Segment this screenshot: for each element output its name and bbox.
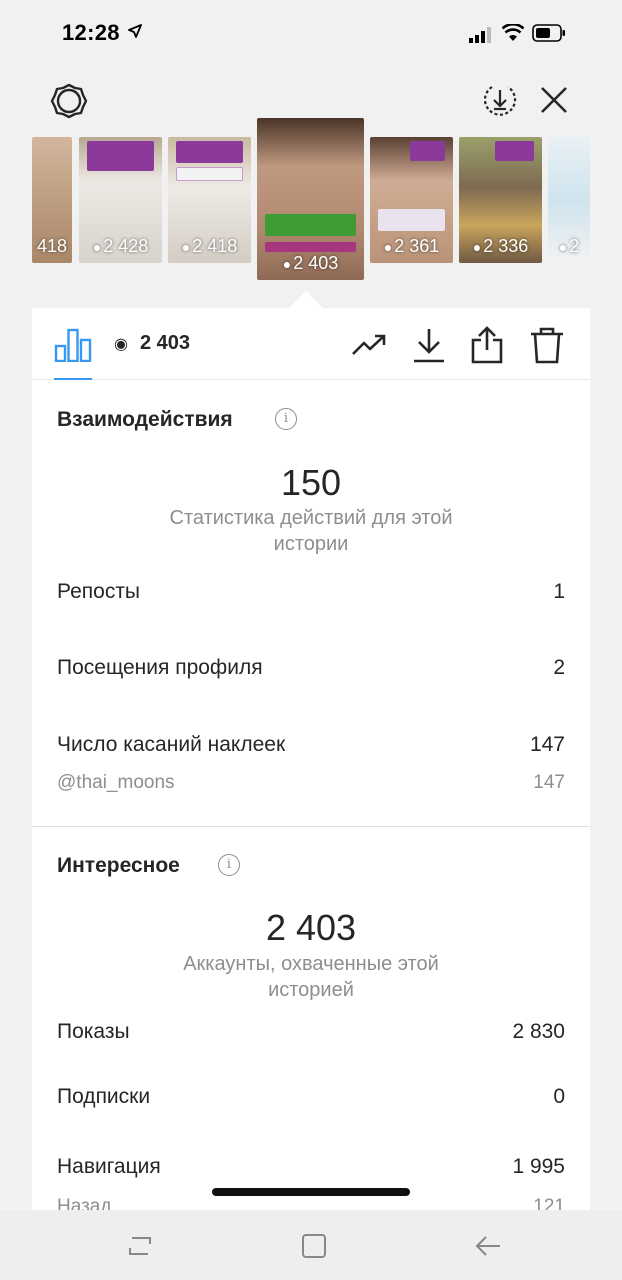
story-actions-bar: ◉ 2 403 (32, 308, 590, 380)
info-icon[interactable]: i (218, 854, 240, 876)
stat-value: 2 830 (512, 1020, 565, 1043)
discovery-total: 2 403 (265, 907, 357, 948)
eye-icon: ◉ (114, 336, 128, 353)
story-thumbnails: 418 ● 2 428 ● 2 418 ● 2 403 ● 2 361 ● 2 … (32, 118, 590, 288)
interactions-total: 150 (280, 462, 342, 503)
stat-label: Репосты (57, 580, 141, 603)
thumbnail-views: ● 2 336 (472, 236, 529, 256)
stat-label-cut: Назад (57, 1196, 112, 1210)
discovery-subtitle: Аккаунты, охваченные этой историей (183, 953, 439, 1001)
recent-apps-icon[interactable] (124, 1230, 156, 1262)
discovery-title: Интересное (57, 854, 180, 877)
stat-label: Число касаний наклеек (57, 733, 286, 756)
back-icon[interactable] (472, 1230, 504, 1262)
download-circle-icon[interactable] (482, 82, 518, 118)
thumbnail-views: ● 2 418 (181, 236, 238, 256)
home-indicator[interactable] (212, 1188, 410, 1196)
stat-label: Навигация (57, 1155, 161, 1178)
info-icon[interactable]: i (275, 408, 297, 430)
thumbnail-views: ● 2 403 (282, 253, 339, 273)
eye-icon: ● (282, 256, 292, 272)
thumbnail-views: ● 2 361 (383, 236, 440, 256)
interactions-subtitle: Статистика действий для этой истории (169, 507, 453, 555)
stat-label: Показы (57, 1020, 130, 1043)
interactions-title: Взаимодействия (57, 408, 233, 431)
sticker-account-value: 147 (533, 772, 565, 793)
bar-chart-icon[interactable] (54, 328, 92, 362)
story-thumbnail[interactable]: ● 2 418 (168, 137, 251, 263)
signal-icon (469, 27, 491, 43)
eye-icon: ● (558, 239, 568, 255)
thumbnail-views: ● 2 428 (92, 236, 149, 256)
view-count: ◉ 2 403 (114, 332, 191, 354)
status-time: 12:28 (62, 20, 120, 45)
left-gutter (0, 0, 32, 1210)
active-tab-underline (54, 378, 92, 380)
battery-icon (532, 24, 565, 42)
android-nav-bar (0, 1210, 622, 1280)
story-thumbnail-selected[interactable]: ● 2 403 (257, 118, 364, 280)
location-arrow-icon (128, 24, 142, 38)
phone-screen: 12:28 418 ● 2 428 ● 2 418 ● 2 403 ● 2 36… (32, 0, 590, 1210)
stat-value: 1 995 (512, 1155, 565, 1178)
sticker-account-link[interactable]: @thai_moons (57, 772, 175, 794)
home-icon[interactable] (298, 1230, 330, 1262)
wifi-icon (502, 24, 524, 41)
stat-value: 1 (553, 580, 565, 603)
stat-value: 2 (553, 656, 565, 679)
story-thumbnail[interactable]: ● 2 428 (79, 137, 162, 263)
thumbnail-views: 418 (36, 236, 68, 256)
stat-value-cut: 121 (533, 1196, 565, 1210)
story-header: 418 ● 2 428 ● 2 418 ● 2 403 ● 2 361 ● 2 … (32, 66, 590, 308)
section-divider (32, 826, 590, 827)
settings-icon[interactable] (50, 82, 88, 120)
eye-icon: ● (383, 239, 393, 255)
stat-value: 147 (529, 733, 565, 756)
eye-icon: ● (92, 239, 102, 255)
stat-value: 0 (553, 1085, 565, 1108)
trash-icon[interactable] (528, 326, 566, 364)
trend-icon[interactable] (350, 326, 388, 364)
close-icon[interactable] (538, 84, 570, 116)
share-icon[interactable] (468, 326, 506, 364)
download-icon[interactable] (410, 326, 448, 364)
story-thumbnail[interactable]: 418 (32, 137, 72, 263)
stat-label: Посещения профиля (57, 656, 263, 679)
story-thumbnail[interactable]: ● 2 361 (370, 137, 453, 263)
stat-label: Подписки (57, 1085, 151, 1108)
thumbnail-views: ● 2 (558, 236, 580, 256)
story-thumbnail[interactable]: ● 2 (548, 137, 590, 263)
story-thumbnail[interactable]: ● 2 336 (459, 137, 542, 263)
status-bar: 12:28 (32, 0, 590, 66)
right-gutter (590, 0, 622, 1210)
eye-icon: ● (472, 239, 482, 255)
eye-icon: ● (181, 239, 191, 255)
